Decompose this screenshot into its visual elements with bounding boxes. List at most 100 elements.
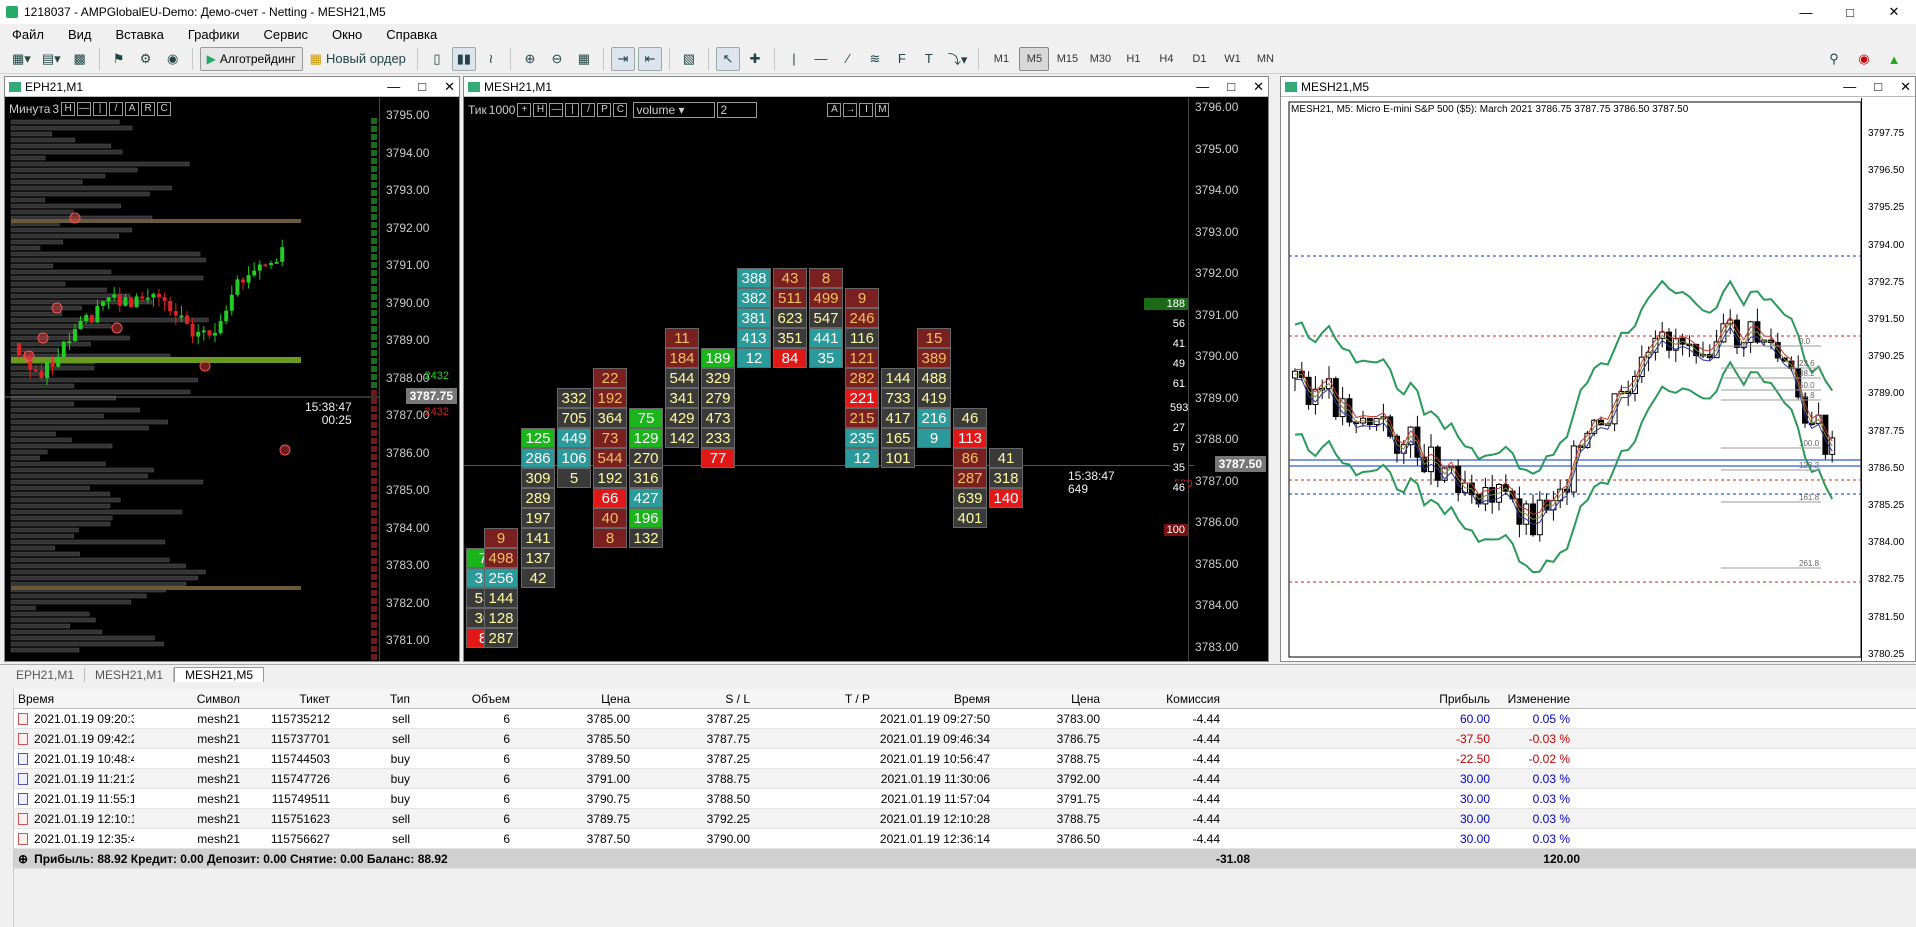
ctrl-icon[interactable]: + bbox=[517, 103, 532, 117]
zoom-in-icon[interactable]: ⊕ bbox=[518, 47, 542, 71]
zoom-out-icon[interactable]: ⊖ bbox=[545, 47, 569, 71]
column-header[interactable]: Время bbox=[874, 692, 994, 706]
crosshair-icon[interactable]: ✚ bbox=[743, 47, 767, 71]
table-row[interactable]: 2021.01.19 09:42:23 mesh21 115737701 sell 6 3… bbox=[14, 729, 1916, 749]
tf-m1[interactable]: M1 bbox=[986, 47, 1016, 71]
column-header[interactable]: Цена bbox=[994, 692, 1104, 706]
vertical-line-icon[interactable]: | bbox=[782, 47, 806, 71]
metric-select[interactable]: volume ▾ bbox=[633, 102, 716, 118]
tf-mn[interactable]: MN bbox=[1250, 47, 1280, 71]
text-icon[interactable]: T bbox=[917, 47, 941, 71]
cursor-icon[interactable]: ↖ bbox=[715, 46, 740, 71]
navigator-icon[interactable]: ⚑ bbox=[107, 47, 131, 71]
close-icon[interactable]: ✕ bbox=[1900, 77, 1911, 97]
ctrl-icon[interactable]: | bbox=[565, 103, 580, 117]
channel-icon[interactable]: ≋ bbox=[863, 47, 887, 71]
ctrl-icon[interactable]: — bbox=[77, 102, 92, 116]
tf-m15[interactable]: M15 bbox=[1052, 47, 1082, 71]
ctrl-icon[interactable]: → bbox=[843, 103, 858, 117]
expand-icon[interactable]: ⊕ bbox=[18, 852, 28, 866]
chart-area[interactable]: 3793.643790.983787.753787.503786.883786.… bbox=[1281, 98, 1915, 661]
minimize-icon[interactable]: — bbox=[1196, 77, 1209, 97]
ctrl-icon[interactable]: H bbox=[61, 102, 76, 116]
menu-tools[interactable]: Сервис bbox=[252, 27, 321, 42]
period-value[interactable]: 3 bbox=[52, 102, 59, 116]
menu-help[interactable]: Справка bbox=[374, 27, 449, 42]
menu-charts[interactable]: Графики bbox=[176, 27, 252, 42]
trendline-icon[interactable]: ∕ bbox=[836, 47, 860, 71]
ctrl-icon[interactable]: M bbox=[875, 103, 890, 117]
new-order-button[interactable]: ▦ Новый ордер bbox=[306, 47, 410, 71]
table-row[interactable]: 2021.01.19 11:21:29 mesh21 115747726 buy 6 37… bbox=[14, 769, 1916, 789]
tab-mesh21-m5[interactable]: MESH21,M5 bbox=[174, 667, 265, 682]
maximize-icon[interactable]: □ bbox=[1227, 77, 1235, 97]
signals-icon[interactable]: ◉ bbox=[161, 47, 185, 71]
column-header[interactable]: Символ bbox=[134, 692, 244, 706]
ctrl-icon[interactable]: A bbox=[827, 103, 842, 117]
notifications-icon[interactable]: ◉ bbox=[1852, 47, 1876, 71]
bar-chart-icon[interactable]: ▯ bbox=[425, 47, 449, 71]
menu-insert[interactable]: Вставка bbox=[104, 27, 176, 42]
column-header[interactable]: Тикет bbox=[244, 692, 334, 706]
tf-m5[interactable]: M5 bbox=[1019, 46, 1050, 71]
table-row[interactable]: 2021.01.19 09:20:39 mesh21 115735212 sell 6 3… bbox=[14, 709, 1916, 729]
menu-window[interactable]: Окно bbox=[320, 27, 374, 42]
indicators-icon[interactable]: ▧ bbox=[677, 47, 701, 71]
minimize-icon[interactable]: — bbox=[387, 77, 400, 97]
minimize-icon[interactable]: — bbox=[1784, 0, 1828, 24]
metric-number[interactable]: 2 bbox=[717, 102, 758, 118]
column-header[interactable]: Прибыль bbox=[1224, 692, 1494, 706]
strategy-tester-icon[interactable]: ⚙ bbox=[134, 47, 158, 71]
menu-view[interactable]: Вид bbox=[56, 27, 104, 42]
ctrl-icon[interactable]: A bbox=[125, 102, 140, 116]
close-icon[interactable]: ✕ bbox=[1253, 77, 1264, 97]
tf-h1[interactable]: H1 bbox=[1118, 47, 1148, 71]
table-row[interactable]: 2021.01.19 12:35:49 mesh21 115756627 sell 6 3… bbox=[14, 829, 1916, 849]
line-chart-icon[interactable]: ≀ bbox=[479, 47, 503, 71]
ctrl-icon[interactable]: P bbox=[597, 103, 612, 117]
maximize-icon[interactable]: □ bbox=[1874, 77, 1882, 97]
maximize-icon[interactable]: □ bbox=[1828, 0, 1872, 24]
table-row[interactable]: 2021.01.19 11:55:17 mesh21 115749511 buy 6 37… bbox=[14, 789, 1916, 809]
period-value[interactable]: 1000 bbox=[489, 103, 516, 117]
tf-h4[interactable]: H4 bbox=[1151, 47, 1181, 71]
table-row[interactable]: 2021.01.19 10:48:43 mesh21 115744503 buy 6 37… bbox=[14, 749, 1916, 769]
column-header[interactable]: T / P bbox=[754, 692, 874, 706]
ctrl-icon[interactable]: R bbox=[141, 102, 156, 116]
maximize-icon[interactable]: □ bbox=[418, 77, 426, 97]
profiles-icon[interactable]: ▤▾ bbox=[38, 47, 65, 71]
market-watch-icon[interactable]: ▩ bbox=[68, 47, 92, 71]
search-icon[interactable]: ⚲ bbox=[1822, 47, 1846, 71]
close-icon[interactable]: ✕ bbox=[1872, 0, 1916, 24]
ctrl-icon[interactable]: | bbox=[93, 102, 108, 116]
ctrl-icon[interactable]: / bbox=[109, 102, 124, 116]
column-header[interactable]: Тип bbox=[334, 692, 414, 706]
autoscroll-icon[interactable]: ⇥ bbox=[610, 46, 635, 71]
ctrl-icon[interactable]: H bbox=[533, 103, 548, 117]
chart-shift-icon[interactable]: ⇤ bbox=[637, 46, 662, 71]
chart-area[interactable]: Тик 1000 + H — | / P C volume ▾ 2 A → I … bbox=[464, 98, 1268, 661]
column-header[interactable]: Изменение bbox=[1494, 692, 1574, 706]
column-header[interactable]: Объем bbox=[414, 692, 514, 706]
algo-trading-button[interactable]: ▶ Алготрейдинг bbox=[199, 46, 303, 71]
chart-canvas[interactable]: 3793.643790.983787.753787.503786.883786.… bbox=[1281, 98, 1915, 661]
ctrl-icon[interactable]: — bbox=[549, 103, 564, 117]
tf-d1[interactable]: D1 bbox=[1184, 47, 1214, 71]
tf-m30[interactable]: M30 bbox=[1085, 47, 1115, 71]
menu-file[interactable]: Файл bbox=[0, 27, 56, 42]
ctrl-icon[interactable]: I bbox=[859, 103, 874, 117]
ctrl-icon[interactable]: / bbox=[581, 103, 596, 117]
tile-windows-icon[interactable]: ▦ bbox=[572, 47, 596, 71]
ctrl-icon[interactable]: C bbox=[613, 103, 628, 117]
tab-mesh21-m1[interactable]: MESH21,M1 bbox=[85, 667, 175, 682]
tab-eph21-m1[interactable]: EPH21,M1 bbox=[6, 667, 86, 682]
tf-w1[interactable]: W1 bbox=[1217, 47, 1247, 71]
table-row[interactable]: 2021.01.19 12:10:15 mesh21 115751623 sell 6 3… bbox=[14, 809, 1916, 829]
candles-icon[interactable]: ▮▮ bbox=[451, 46, 476, 71]
ctrl-icon[interactable]: C bbox=[157, 102, 172, 116]
new-chart-icon[interactable]: ▦▾ bbox=[8, 47, 35, 71]
chart-area[interactable]: Минута 3 H — | / A R C 3795.00 3794.00 379… bbox=[5, 98, 459, 661]
column-header[interactable]: Цена bbox=[514, 692, 634, 706]
vps-icon[interactable]: ▲ bbox=[1882, 47, 1906, 71]
close-icon[interactable]: ✕ bbox=[444, 77, 455, 97]
